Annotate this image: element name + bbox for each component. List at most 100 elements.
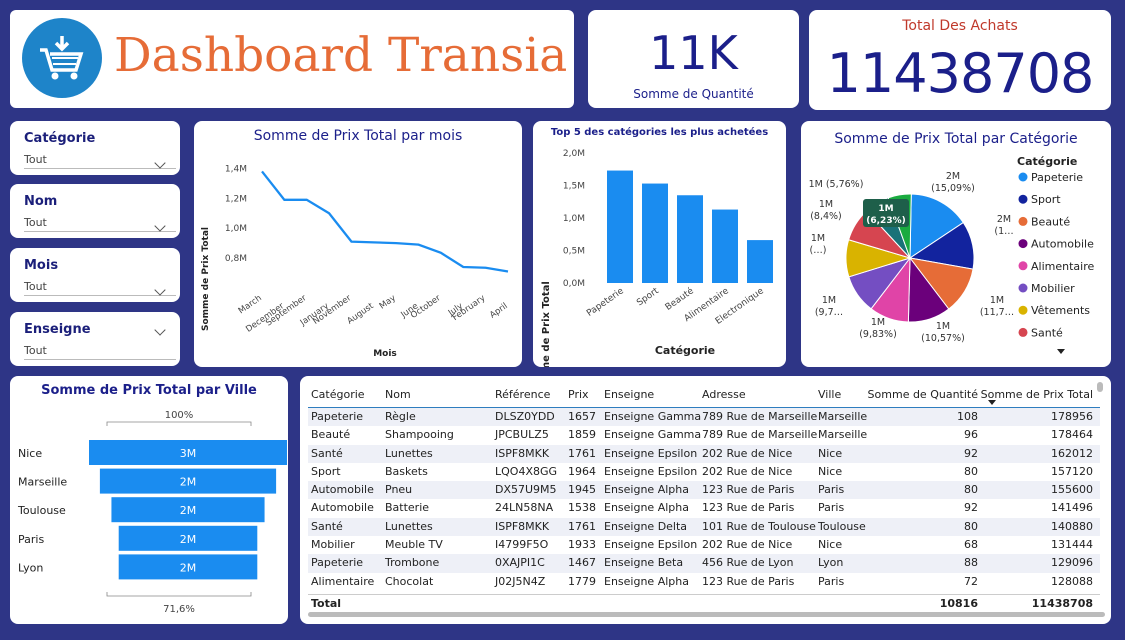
pie-data-label: (15,09%) [931,183,975,194]
vertical-scrollbar[interactable] [1097,382,1103,392]
table-cell: Enseigne Epsilon [604,446,698,460]
table-card: Catégorie Nom Référence Prix Enseigne Adresse… [300,376,1111,624]
table-row[interactable]: Santé Lunettes ISPF8MKK 1761 Enseigne Epsilo… [308,444,1100,463]
chevron-down-icon[interactable] [154,324,166,336]
bar-electronique[interactable] [747,240,773,283]
table-cell: Chocolat [385,574,434,588]
slicer-dropdown[interactable]: Tout [24,153,176,169]
slicer-enseigne[interactable]: Enseigne Tout [10,312,180,366]
table-cell: Enseigne Epsilon [604,538,698,552]
table-cell: Paris [818,574,845,588]
table-cell: 128088 [1051,574,1093,588]
funnel-bar-label: 3M [180,447,197,460]
funnel-bar-label: 2M [180,476,197,489]
x-axis-label: Catégorie [655,344,715,357]
line-chart-card: Somme de Prix Total par mois Somme de Pr… [194,121,522,367]
pie-tooltip-pct: (6,23%) [866,216,905,226]
table-total-row[interactable]: Total 10816 11438708 [308,593,1100,612]
line-series [261,170,509,273]
sort-desc-icon[interactable] [988,400,996,405]
pie-data-label: (…) [810,245,827,256]
table-cell: 1964 [568,464,596,478]
table-cell: 123 Rue de Paris [702,483,795,497]
legend-item[interactable]: Mobilier [1031,282,1075,295]
table-cell: 101 Rue de Toulouse [702,519,816,533]
table-row[interactable]: Mobilier Meuble TV I4799F5O 1933 Enseigne Ep… [308,536,1100,554]
table-row[interactable]: Papeterie Trombone 0XAJPI1C 1467 Enseigne Be… [308,554,1100,573]
slicer-mois[interactable]: Mois Tout [10,248,180,302]
legend-item[interactable]: Beauté [1031,215,1070,228]
pie-data-label: (8,4%) [810,211,842,222]
table-cell: Nice [818,464,843,478]
table-cell: Lyon [818,556,844,570]
table-cell: Lunettes [385,446,433,460]
table-cell: 202 Rue de Nice [702,446,793,460]
x-tick-label: August [345,301,376,327]
x-tick-label: April [488,301,510,320]
slicer-categorie[interactable]: Catégorie Tout [10,121,180,175]
table-cell: Enseigne Gamma [604,410,702,423]
table-cell: Automobile [311,483,374,497]
table-row[interactable]: Santé Lunettes ISPF8MKK 1761 Enseigne Delta 1… [308,517,1100,537]
table-row[interactable]: Papeterie Règle DLSZ0YDD 1657 Enseigne Gamma… [308,408,1100,427]
x-tick-label: Beauté [663,285,696,313]
legend-item[interactable]: Sport [1031,193,1061,206]
y-tick-label: 0,8M [225,254,247,264]
table-cell: 123 Rue de Paris [702,501,795,515]
legend-item[interactable]: Automobile [1031,238,1094,251]
bar-papeterie[interactable] [607,170,633,283]
table-cell: Total [311,596,342,610]
pie-data-label: (9,7… [815,307,843,318]
table-cell: Lunettes [385,519,433,533]
bar-beauté[interactable] [677,195,703,283]
y-tick-label: 2,0M [563,149,585,159]
table-cell: Papeterie [311,556,364,570]
table-header-row[interactable]: Catégorie Nom Référence Prix Enseigne Adresse… [308,382,1100,408]
table-row[interactable]: Automobile Batterie 24LN58NA 1538 Enseigne A… [308,499,1100,517]
shopping-cart-download-icon [22,18,102,98]
legend-item[interactable]: Santé [1031,326,1063,339]
slicer-nom[interactable]: Nom Tout [10,184,180,238]
funnel-category-label: Marseille [18,476,67,489]
y-tick-label: 1,0M [225,224,247,234]
y-tick-label: 1,0M [563,214,585,224]
kpi-total-card: Total Des Achats 11438708 [809,10,1111,110]
table-cell: Nom [385,388,411,401]
table-cell: 24LN58NA [495,501,554,515]
horizontal-scrollbar[interactable] [308,612,1105,617]
funnel-bar-label: 2M [180,533,197,546]
kpi-quantity-card: 11K Somme de Quantité [588,10,799,108]
table-cell: Marseille [818,428,868,442]
table-cell: 178956 [1051,410,1093,423]
table-cell: J02J5N4Z [495,574,546,588]
table-cell: 1859 [568,428,596,442]
slicer-dropdown[interactable]: Tout [24,216,176,232]
x-axis-label: Mois [373,349,397,359]
pie-data-label: 1M [819,199,833,210]
legend-marker [1018,194,1028,204]
legend-item[interactable]: Papeterie [1031,171,1083,184]
bar-alimentaire[interactable] [712,209,738,283]
table-cell: DLSZ0YDD [495,410,555,423]
table-cell: 1933 [568,538,596,552]
legend-title: Catégorie [1017,155,1077,168]
pie-data-label: 2M [997,214,1011,225]
slicer-dropdown[interactable]: Tout [24,344,176,360]
table-row[interactable]: Automobile Pneu DX57U9M5 1945 Enseigne Alpha… [308,481,1100,500]
legend-item[interactable]: Vêtements [1031,304,1090,317]
table-row[interactable]: Alimentaire Chocolat J02J5N4Z 1779 Enseigne … [308,573,1100,591]
funnel-card: Somme de Prix Total par Ville 100% 71,6%… [10,376,288,624]
funnel-category-label: Toulouse [17,504,66,517]
legend-item[interactable]: Alimentaire [1031,260,1094,273]
pie-data-label: (10,57%) [921,333,965,344]
table-row[interactable]: Sport Baskets LQO4X8GG 1964 Enseigne Epsilon… [308,463,1100,481]
y-axis-label: Somme de Prix Total [201,227,211,331]
legend-scroll-down-icon[interactable] [1057,349,1065,354]
bar-sport[interactable] [642,183,668,283]
table-cell: Mobilier [311,538,355,552]
table-cell: 456 Rue de Lyon [702,556,794,570]
table-cell: Règle [385,410,416,423]
pie-chart: Catégorie 1M(6,23%)2M(15,09%)2M(1…1M(11,… [809,155,1094,354]
slicer-dropdown[interactable]: Tout [24,280,176,296]
table-row[interactable]: Beauté Shampooing JPCBULZ5 1859 Enseigne Gam… [308,426,1100,444]
